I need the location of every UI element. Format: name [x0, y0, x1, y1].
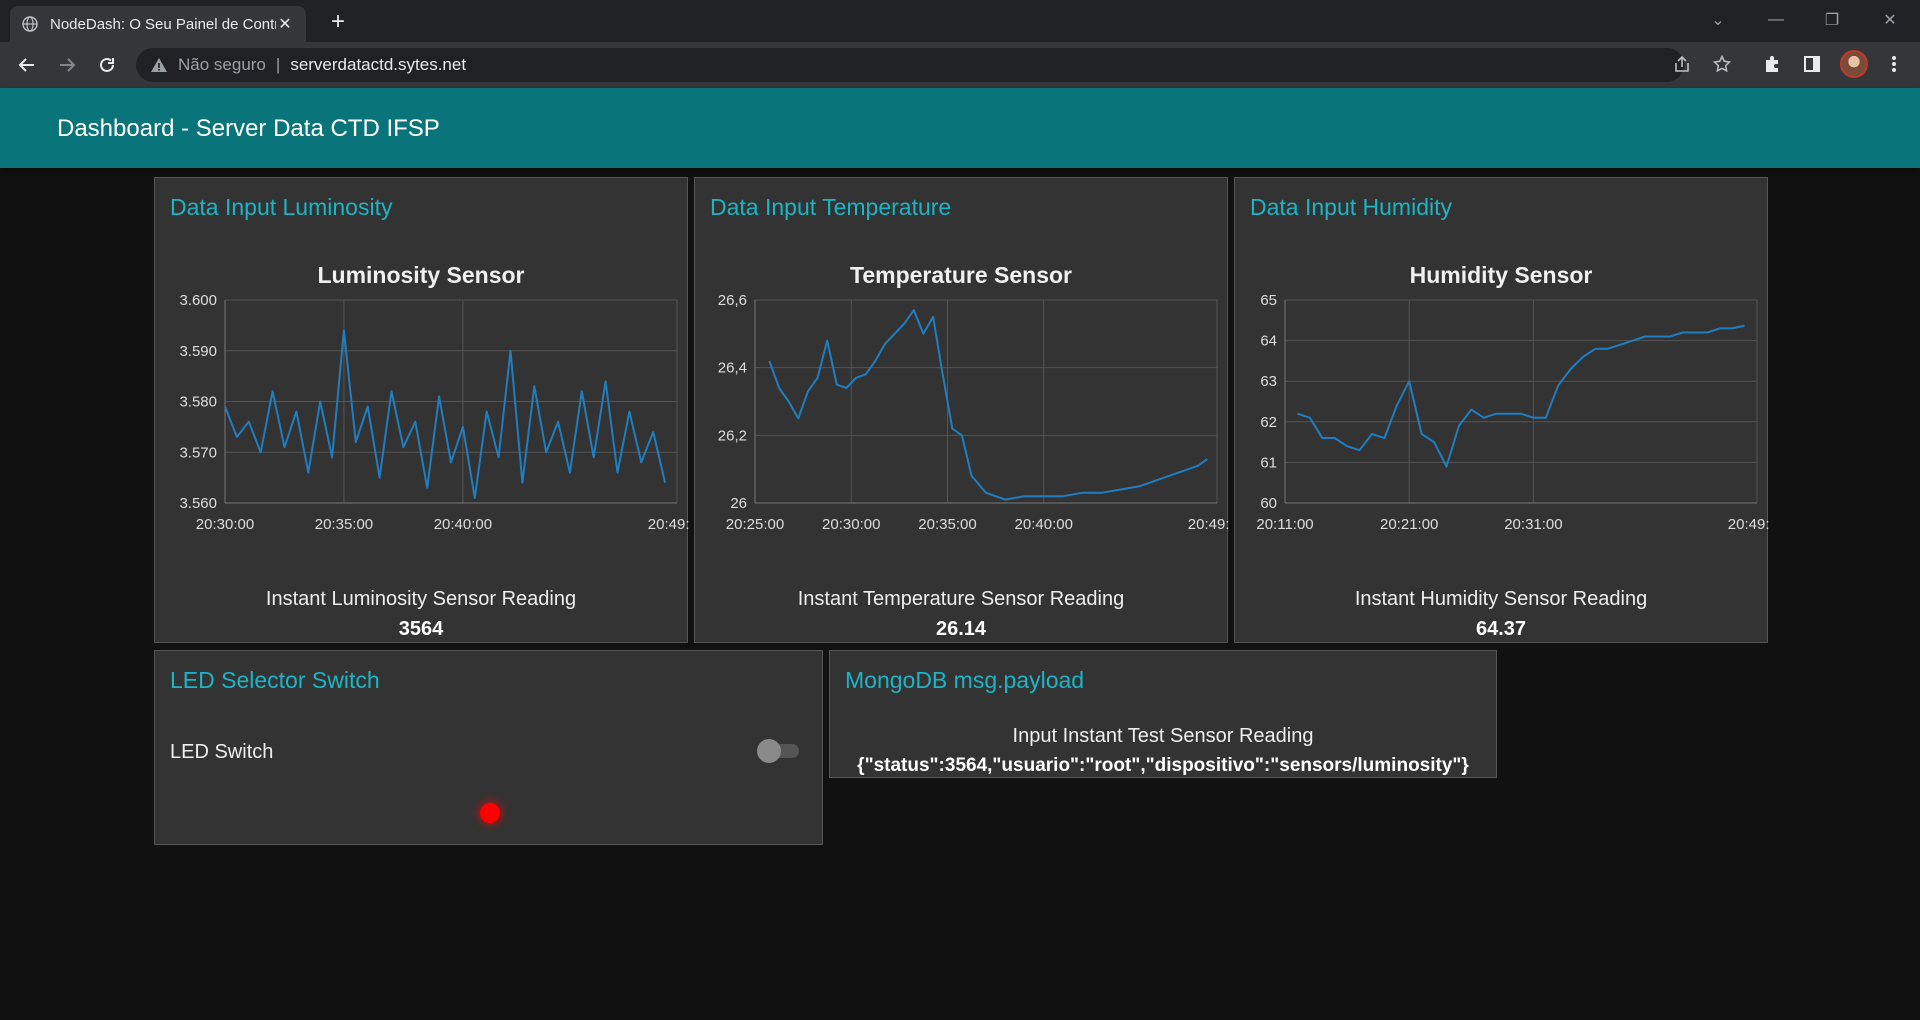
temperature-reading-value: 26.14 [935, 618, 987, 640]
x-tick-label: 20:30:00 [196, 516, 254, 533]
y-tick-label: 26,2 [718, 427, 747, 444]
share-icon[interactable] [1668, 50, 1696, 78]
address-bar[interactable]: Não seguro | serverdatactd.sytes.net [136, 48, 1684, 82]
humidity-group-title: Data Input Humidity [1250, 194, 1452, 220]
minimize-icon[interactable]: — [1764, 8, 1788, 32]
warning-icon[interactable] [150, 56, 168, 74]
humidity-reading-label: Instant Humidity Sensor Reading [1354, 588, 1648, 610]
x-tick-label: 20:30:00 [822, 516, 880, 533]
y-tick-label: 65 [1260, 292, 1277, 309]
url-separator: | [275, 55, 281, 74]
x-tick-label: 20:35:00 [918, 516, 976, 533]
y-tick-label: 62 [1260, 414, 1277, 431]
x-tick-label: 20:31:00 [1504, 516, 1562, 533]
x-tick-label: 20:40:00 [434, 516, 492, 533]
browser-toolbar: Não seguro | serverdatactd.sytes.net [0, 42, 1920, 88]
menu-dots-icon[interactable] [1880, 50, 1908, 78]
mongo-payload-value: {"status":3564,"usuario":"root","disposi… [857, 755, 1469, 776]
tab-search-icon[interactable]: ⌄ [1706, 8, 1730, 32]
x-tick-label: 20:21:00 [1380, 516, 1438, 533]
bookmark-star-icon[interactable] [1708, 50, 1736, 78]
y-tick-label: 3.600 [179, 292, 217, 309]
switch-knob [757, 739, 781, 763]
humidity-card: Data Input Humidity Humidity Sensor 60 61… [1234, 177, 1769, 643]
series-line [768, 309, 1208, 501]
window-close-icon[interactable]: ✕ [1878, 8, 1902, 32]
url-text: serverdatactd.sytes.net [290, 55, 467, 74]
temperature-group-title: Data Input Temperature [710, 194, 952, 220]
y-tick-label: 26,4 [718, 360, 747, 377]
y-tick-label: 63 [1260, 373, 1277, 390]
y-tick-label: 60 [1260, 495, 1277, 512]
luminosity-reading-label: Instant Luminosity Sensor Reading [265, 588, 577, 610]
mongo-group-title: MongoDB msg.payload [845, 667, 1085, 693]
x-tick-label: 20:49:00 [648, 516, 689, 533]
mongo-reading-label: Input Instant Test Sensor Reading [1012, 725, 1314, 747]
humidity-reading-value: 64.37 [1475, 618, 1527, 640]
led-card: LED Selector Switch LED Switch [154, 650, 823, 845]
y-tick-label: 64 [1260, 333, 1277, 350]
y-tick-label: 26,6 [718, 292, 747, 309]
series-line [1297, 324, 1745, 468]
back-button[interactable] [14, 52, 40, 78]
y-tick-label: 3.580 [179, 394, 217, 411]
x-tick-label: 20:25:00 [726, 516, 784, 533]
x-tick-label: 20:35:00 [315, 516, 373, 533]
side-panel-icon[interactable] [1798, 50, 1826, 78]
tab-title: NodeDash: O Seu Painel de Controle [50, 15, 276, 33]
led-switch-label: LED Switch [170, 741, 274, 763]
luminosity-chart-title: Luminosity Sensor [317, 262, 525, 288]
led-indicator [480, 803, 500, 823]
security-label: Não seguro [178, 55, 266, 74]
x-tick-label: 20:49:00 [1188, 516, 1229, 533]
temperature-chart-title: Temperature Sensor [850, 262, 1072, 288]
luminosity-chart[interactable]: 3.560 3.570 3.580 3.590 3.600 20:30:00 20:35:0… [155, 288, 689, 548]
new-tab-button[interactable]: + [324, 8, 352, 36]
x-tick-label: 20:11:00 [1256, 516, 1313, 533]
browser-tab[interactable]: NodeDash: O Seu Painel de Controle ✕ [10, 6, 306, 42]
temperature-chart[interactable]: 26 26,2 26,4 26,6 20:25:00 20:30:00 20:35:00 20… [695, 288, 1229, 548]
mongo-card: MongoDB msg.payload Input Instant Test S… [829, 650, 1497, 778]
y-tick-label: 3.560 [179, 495, 217, 512]
close-tab-icon[interactable]: ✕ [276, 14, 294, 34]
dashboard-header: Dashboard - Server Data CTD IFSP [0, 88, 1920, 168]
y-tick-label: 61 [1260, 454, 1277, 471]
series-line [224, 329, 667, 499]
reload-button[interactable] [94, 52, 120, 78]
restore-icon[interactable]: ❐ [1820, 8, 1844, 32]
humidity-chart[interactable]: 60 61 62 63 64 65 20:11:00 20:21:00 20:31:00 20:4… [1235, 288, 1769, 548]
x-tick-label: 20:40:00 [1015, 516, 1073, 533]
y-tick-label: 26 [730, 495, 747, 512]
x-tick-label: 20:49:00 [1728, 516, 1769, 533]
temperature-reading-label: Instant Temperature Sensor Reading [797, 588, 1125, 610]
forward-button[interactable] [54, 52, 80, 78]
luminosity-group-title: Data Input Luminosity [170, 194, 393, 220]
temperature-card: Data Input Temperature Temperature Senso… [694, 177, 1229, 643]
forward-arrow-icon [60, 58, 76, 72]
back-arrow-icon [18, 58, 34, 72]
profile-avatar[interactable] [1840, 50, 1868, 78]
led-group-title: LED Selector Switch [170, 667, 380, 693]
y-tick-label: 3.590 [179, 343, 217, 360]
extensions-icon[interactable] [1758, 50, 1786, 78]
browser-tab-bar: NodeDash: O Seu Painel de Controle ✕ + ⌄… [0, 0, 1920, 42]
dashboard-title: Dashboard - Server Data CTD IFSP [57, 115, 440, 142]
humidity-chart-title: Humidity Sensor [1409, 262, 1593, 288]
luminosity-card: Data Input Luminosity Luminosity Sensor … [154, 177, 689, 643]
reload-icon [100, 57, 114, 72]
luminosity-reading-value: 3564 [398, 618, 444, 640]
globe-icon [22, 16, 38, 32]
y-tick-label: 3.570 [179, 444, 217, 461]
led-toggle-switch[interactable] [757, 737, 801, 763]
